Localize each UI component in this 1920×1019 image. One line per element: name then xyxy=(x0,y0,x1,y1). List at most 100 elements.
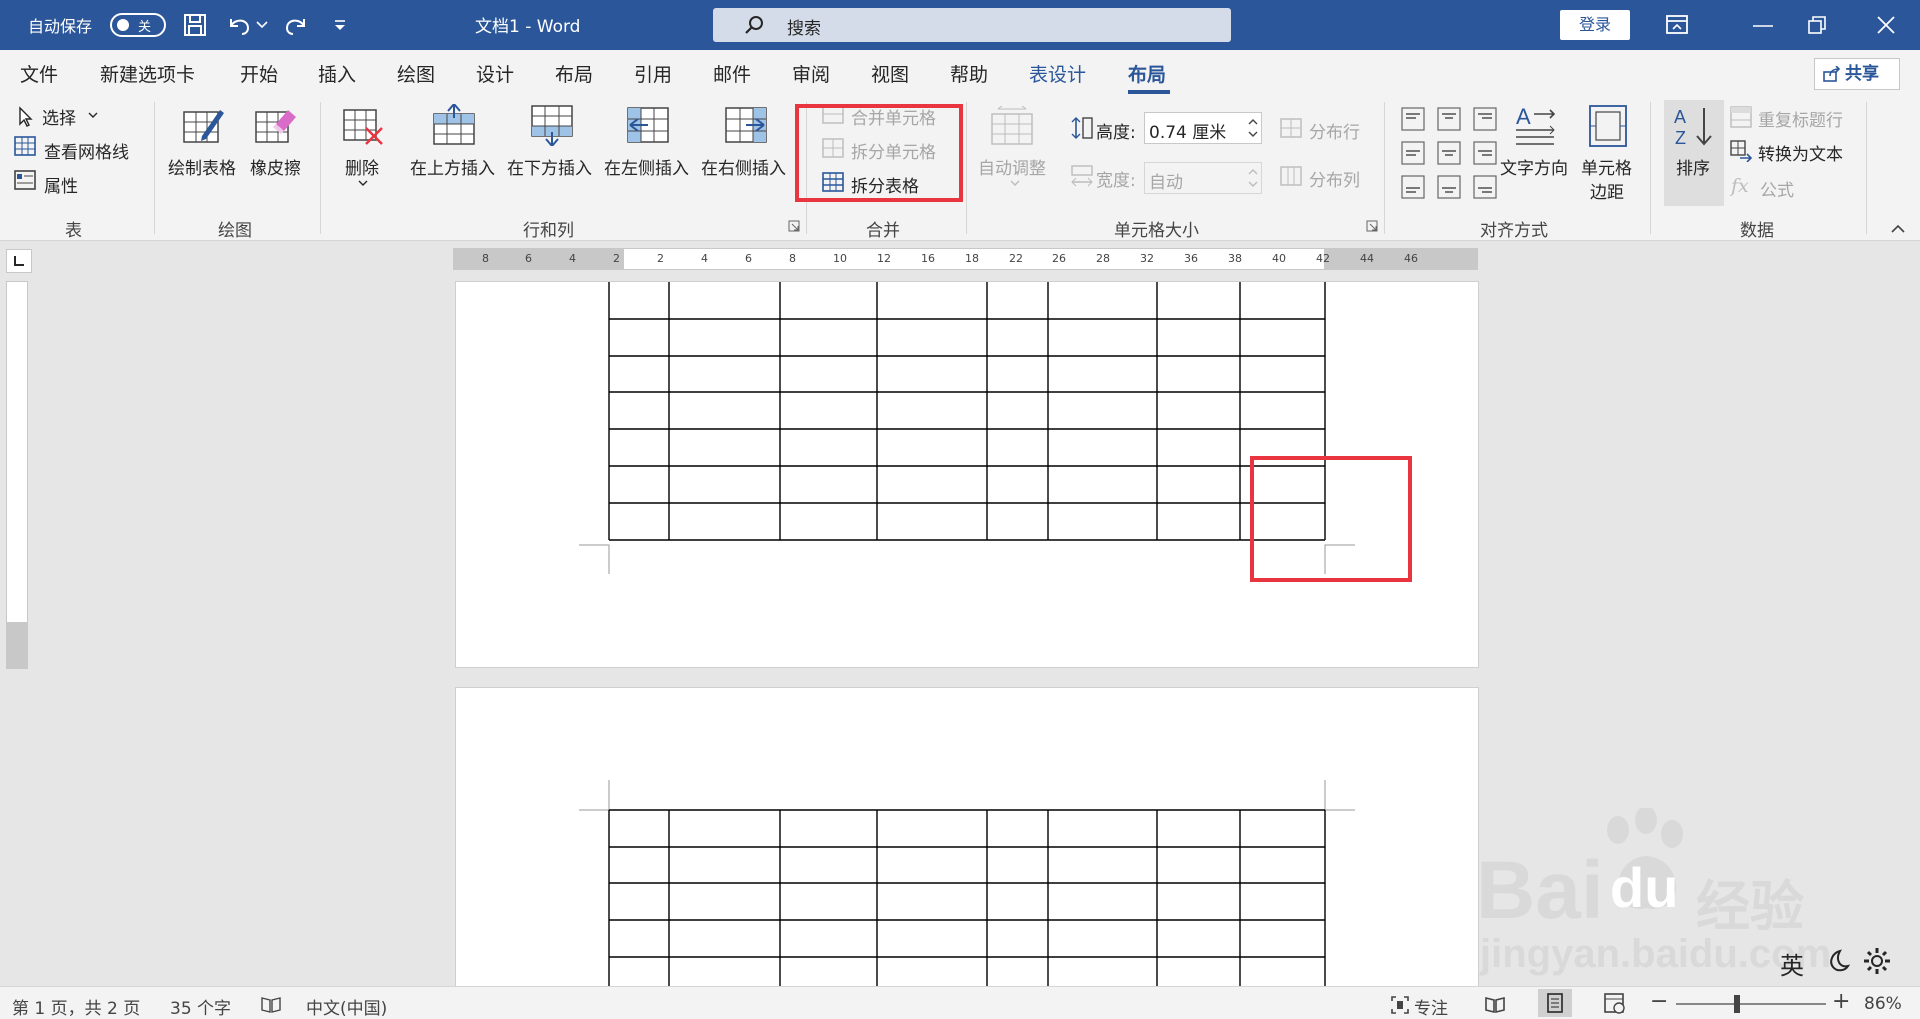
tab-layout[interactable]: 布局 xyxy=(555,60,593,87)
ruler-tick-label: 28 xyxy=(1096,252,1110,265)
ime-toolbar[interactable]: 英 xyxy=(1760,942,1900,982)
vertical-ruler[interactable] xyxy=(6,281,28,669)
tab-new-tab[interactable]: 新建选项卡 xyxy=(100,60,195,87)
autofit-button[interactable]: 自动调整 xyxy=(978,154,1046,179)
ruler-tick-label: 36 xyxy=(1184,252,1198,265)
proofing-icon[interactable] xyxy=(260,995,282,1013)
tab-view[interactable]: 视图 xyxy=(871,60,909,87)
select-button[interactable]: 选择 xyxy=(42,104,76,129)
insert-below-button[interactable]: 在下方插入 xyxy=(507,154,592,179)
autosave-toggle[interactable]: 关 xyxy=(110,13,166,37)
horizontal-ruler[interactable]: 8 6 4 2 2 4 6 8 10 12 16 18 22 26 28 32 36 38 40 42 44 46 xyxy=(453,248,1478,270)
redo-icon[interactable] xyxy=(283,13,309,37)
zoom-out-button[interactable]: − xyxy=(1650,989,1668,1014)
delete-table-icon xyxy=(343,109,383,145)
save-icon[interactable] xyxy=(183,13,207,37)
tab-mailings[interactable]: 邮件 xyxy=(713,60,751,87)
ruler-tick-label: 10 xyxy=(833,252,847,265)
tab-draw[interactable]: 绘图 xyxy=(397,60,435,87)
draw-table-button[interactable]: 绘制表格 xyxy=(168,154,236,179)
convert-to-text-icon xyxy=(1730,140,1752,162)
column-width-input[interactable]: 自动 xyxy=(1144,162,1262,194)
cell-size-launcher-icon[interactable] xyxy=(1366,220,1378,232)
zoom-level[interactable]: 86% xyxy=(1864,994,1902,1014)
highlight-table-end xyxy=(1250,456,1412,582)
word-count[interactable]: 35 个字 xyxy=(170,994,231,1019)
tab-references[interactable]: 引用 xyxy=(634,60,672,87)
settings-gear-icon[interactable] xyxy=(1862,946,1892,976)
page-count[interactable]: 第 1 页，共 2 页 xyxy=(12,994,140,1019)
distribute-rows-button[interactable]: 分布行 xyxy=(1309,118,1360,143)
distribute-rows-icon xyxy=(1280,118,1302,138)
distribute-columns-button[interactable]: 分布列 xyxy=(1309,166,1360,191)
zoom-slider[interactable] xyxy=(1676,1003,1826,1005)
search-box[interactable]: 搜索 xyxy=(713,8,1231,42)
row-height-spinner-icon[interactable] xyxy=(1247,116,1259,140)
tab-review[interactable]: 审阅 xyxy=(792,60,830,87)
ruler-tick-label: 26 xyxy=(1052,252,1066,265)
zoom-slider-thumb[interactable] xyxy=(1734,995,1740,1013)
watermark-brand-du: du xyxy=(1610,856,1679,919)
customize-qat-icon[interactable] xyxy=(332,18,348,32)
column-width-spinner-icon[interactable] xyxy=(1247,166,1259,190)
web-layout-icon[interactable] xyxy=(1604,993,1626,1015)
ime-mode[interactable]: 英 xyxy=(1780,946,1804,981)
formula-button[interactable]: 公式 xyxy=(1760,176,1794,201)
read-mode-icon[interactable] xyxy=(1484,995,1506,1013)
tab-selector[interactable] xyxy=(6,249,32,273)
zoom-in-button[interactable]: + xyxy=(1832,989,1850,1014)
rows-columns-launcher-icon[interactable] xyxy=(788,220,800,232)
text-direction-button[interactable]: 文字方向 xyxy=(1500,154,1568,179)
ruler-tick-label: 6 xyxy=(745,252,752,265)
ruler-tick-label: 2 xyxy=(657,252,664,265)
ribbon-display-options-icon[interactable] xyxy=(1665,14,1689,36)
select-dropdown-icon[interactable] xyxy=(88,112,98,120)
undo-dropdown-icon[interactable] xyxy=(256,20,268,30)
share-button[interactable]: 共享 xyxy=(1814,58,1900,90)
sort-label: 排序 xyxy=(1676,159,1710,179)
autosave-state: 关 xyxy=(138,20,152,35)
collapse-ribbon-icon[interactable] xyxy=(1890,224,1906,234)
undo-icon[interactable] xyxy=(226,13,252,37)
delete-dropdown-icon[interactable] xyxy=(358,180,368,188)
focus-icon[interactable] xyxy=(1390,995,1410,1015)
group-label-merge: 合并 xyxy=(866,221,900,241)
table-part-2[interactable] xyxy=(456,688,1480,988)
draw-table-icon xyxy=(183,110,224,143)
text-direction-icon: A xyxy=(1516,104,1556,145)
document-page-2[interactable] xyxy=(455,687,1480,988)
delete-button[interactable]: 删除 xyxy=(345,154,379,179)
cell-margins-button-line1[interactable]: 单元格 xyxy=(1581,154,1632,179)
insert-left-button[interactable]: 在左侧插入 xyxy=(604,154,689,179)
ruler-tick-label: 44 xyxy=(1360,252,1374,265)
tab-help[interactable]: 帮助 xyxy=(950,60,988,87)
row-height-input[interactable]: 0.74 厘米 xyxy=(1144,112,1262,144)
login-button[interactable]: 登录 xyxy=(1560,10,1630,40)
repeat-header-button[interactable]: 重复标题行 xyxy=(1758,106,1843,131)
minimize-icon[interactable] xyxy=(1753,24,1773,28)
properties-button[interactable]: 属性 xyxy=(44,172,78,197)
tab-home[interactable]: 开始 xyxy=(240,60,278,87)
alignment-grid-icon[interactable] xyxy=(1400,106,1500,202)
print-layout-button[interactable] xyxy=(1538,989,1572,1017)
tab-insert[interactable]: 插入 xyxy=(318,60,356,87)
tab-design[interactable]: 设计 xyxy=(476,60,514,87)
focus-label[interactable]: 专注 xyxy=(1414,994,1448,1019)
row-height-icon xyxy=(1071,117,1093,139)
language[interactable]: 中文(中国) xyxy=(306,994,387,1019)
restore-icon[interactable] xyxy=(1807,15,1827,35)
autofit-dropdown-icon[interactable] xyxy=(1010,180,1020,188)
convert-to-text-button[interactable]: 转换为文本 xyxy=(1758,140,1843,165)
night-mode-icon[interactable] xyxy=(1824,948,1850,974)
insert-above-button[interactable]: 在上方插入 xyxy=(410,154,495,179)
tab-table-layout[interactable]: 布局 xyxy=(1128,60,1166,87)
tab-file[interactable]: 文件 xyxy=(20,60,58,87)
insert-right-button[interactable]: 在右侧插入 xyxy=(701,154,786,179)
tab-table-design[interactable]: 表设计 xyxy=(1029,60,1086,87)
document-page-1[interactable] xyxy=(455,281,1479,668)
view-gridlines-button[interactable]: 查看网格线 xyxy=(44,138,129,163)
close-icon[interactable] xyxy=(1876,15,1896,35)
sort-button[interactable]: AZ 排序 xyxy=(1664,100,1724,206)
eraser-button[interactable]: 橡皮擦 xyxy=(250,154,301,179)
cell-margins-button-line2[interactable]: 边距 xyxy=(1590,178,1624,203)
